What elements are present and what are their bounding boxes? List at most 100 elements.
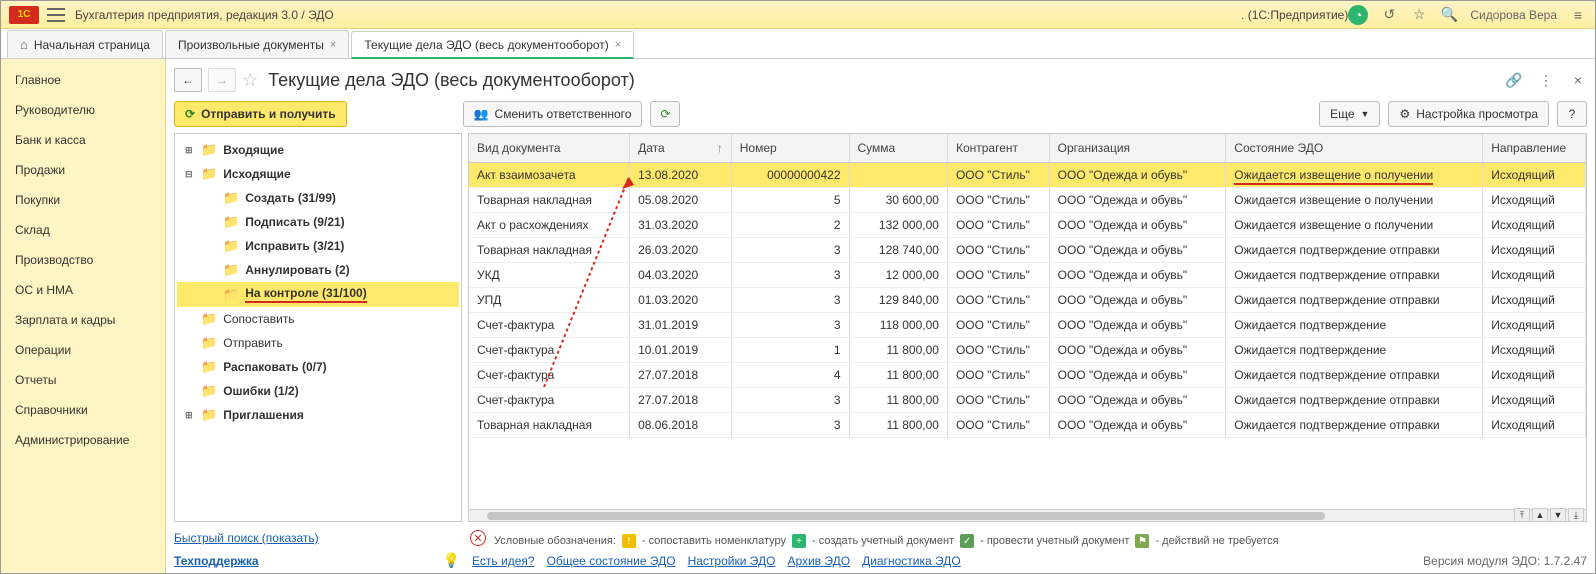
table-row[interactable]: Товарная накладная05.08.2020530 600,00ОО… (469, 187, 1586, 212)
column-header[interactable]: Дата ↑ (630, 134, 732, 162)
tree-unpack[interactable]: 📁Распаковать (0/7) (177, 355, 459, 379)
column-header[interactable]: Номер (731, 134, 849, 162)
tree-send[interactable]: 📁Отправить (177, 331, 459, 355)
edo-state-link[interactable]: Общее состояние ЭДО (547, 554, 676, 568)
more-icon[interactable]: ⋮ (1537, 71, 1555, 89)
logo-1c-icon: 1C (9, 6, 39, 24)
folder-icon: 📁 (201, 407, 217, 423)
column-header[interactable]: Вид документа (469, 134, 630, 162)
column-header[interactable]: Организация (1049, 134, 1226, 162)
change-responsible-button[interactable]: 👥Сменить ответственного (463, 101, 643, 127)
sidebar-item[interactable]: Зарплата и кадры (1, 305, 165, 335)
tree-cancel[interactable]: 📁Аннулировать (2) (177, 258, 459, 282)
star-icon[interactable]: ☆ (242, 70, 258, 91)
column-header[interactable]: Контрагент (947, 134, 1049, 162)
settings-icon[interactable]: ≡ (1569, 6, 1587, 24)
send-receive-button[interactable]: ⟳Отправить и получить (174, 101, 347, 127)
close-icon[interactable]: × (615, 39, 621, 51)
sidebar-item[interactable]: Склад (1, 215, 165, 245)
history-icon[interactable]: ↺ (1380, 6, 1398, 24)
edo-archive-link[interactable]: Архив ЭДО (787, 554, 850, 568)
nav-forward-button[interactable]: → (208, 68, 236, 92)
tree-errors[interactable]: 📁Ошибки (1/2) (177, 379, 459, 403)
version-label: Версия модуля ЭДО: 1.7.2.47 (1423, 554, 1587, 568)
product-name: . (1С:Предприятие) (1241, 8, 1348, 22)
folder-tree: ⊞📁Входящие ⊟📁Исходящие 📁Создать (31/99) … (174, 133, 462, 522)
document-grid: Вид документаДата ↑НомерСуммаКонтрагентО… (468, 133, 1587, 522)
table-row[interactable]: Счет-фактура27.07.2018411 800,00ООО "Сти… (469, 362, 1586, 387)
sidebar-item[interactable]: Продажи (1, 155, 165, 185)
collapse-icon[interactable]: ⊟ (185, 169, 195, 180)
favorite-icon[interactable]: ☆ (1410, 6, 1428, 24)
folder-icon: 📁 (223, 190, 239, 206)
folder-icon: 📁 (201, 383, 217, 399)
tab-home[interactable]: ⌂Начальная страница (7, 30, 163, 58)
edo-diag-link[interactable]: Диагностика ЭДО (862, 554, 961, 568)
quick-search-link[interactable]: Быстрый поиск (показать) (174, 531, 319, 545)
view-settings-button[interactable]: ⚙Настройка просмотра (1388, 101, 1549, 127)
folder-icon: 📁 (201, 311, 217, 327)
tree-sign[interactable]: 📁Подписать (9/21) (177, 210, 459, 234)
tree-create[interactable]: 📁Создать (31/99) (177, 186, 459, 210)
search-icon[interactable]: 🔍 (1440, 6, 1458, 24)
table-row[interactable]: Счет-фактура27.07.2018311 800,00ООО "Сти… (469, 387, 1586, 412)
support-link[interactable]: Техподдержка (174, 554, 259, 568)
tree-invites[interactable]: ⊞📁Приглашения (177, 403, 459, 427)
user-name[interactable]: Сидорова Вера (1470, 8, 1557, 22)
sidebar-item[interactable]: ОС и НМА (1, 275, 165, 305)
table-row[interactable]: Счет-фактура10.01.2019111 800,00ООО "Сти… (469, 337, 1586, 362)
tabbar: ⌂Начальная страница Произвольные докумен… (1, 29, 1595, 59)
table-row[interactable]: Акт взаимозачета13.08.202000000000422ООО… (469, 162, 1586, 187)
tree-inbox[interactable]: ⊞📁Входящие (177, 138, 459, 162)
more-button[interactable]: Еще▼ (1319, 101, 1380, 127)
row-nav-controls[interactable]: ⤒▲▼⤓ (1514, 508, 1584, 522)
nav-back-button[interactable]: ← (174, 68, 202, 92)
link-icon[interactable]: 🔗 (1505, 71, 1523, 89)
menu-icon[interactable] (47, 8, 65, 22)
legend-label: Условные обозначения: (494, 535, 616, 547)
sidebar-item[interactable]: Справочники (1, 395, 165, 425)
table-row[interactable]: Счет-фактура31.01.20193118 000,00ООО "Ст… (469, 312, 1586, 337)
table-row[interactable]: Акт о расхождениях31.03.20202132 000,00О… (469, 212, 1586, 237)
folder-icon: 📁 (223, 262, 239, 278)
sidebar-item[interactable]: Главное (1, 65, 165, 95)
idea-link[interactable]: Есть идея? (472, 554, 535, 568)
titlebar: 1C Бухгалтерия предприятия, редакция 3.0… (1, 1, 1595, 29)
tree-fix[interactable]: 📁Исправить (3/21) (177, 234, 459, 258)
app-title: Бухгалтерия предприятия, редакция 3.0 / … (75, 8, 334, 22)
table-row[interactable]: УКД04.03.2020312 000,00ООО "Стиль"ООО "О… (469, 262, 1586, 287)
sidebar-item[interactable]: Производство (1, 245, 165, 275)
table-row[interactable]: Товарная накладная08.06.2018311 800,00ОО… (469, 412, 1586, 437)
sidebar-item[interactable]: Операции (1, 335, 165, 365)
column-header[interactable]: Сумма (849, 134, 947, 162)
folder-icon: 📁 (201, 359, 217, 375)
table-row[interactable]: УПД01.03.20203129 840,00ООО "Стиль"ООО "… (469, 287, 1586, 312)
sidebar-item[interactable]: Банк и касса (1, 125, 165, 155)
close-icon[interactable]: × (1569, 71, 1587, 89)
sidebar-item[interactable]: Отчеты (1, 365, 165, 395)
edo-settings-link[interactable]: Настройки ЭДО (688, 554, 776, 568)
clear-icon[interactable]: ✕ (470, 530, 486, 546)
tab-arbitrary-docs[interactable]: Произвольные документы× (165, 30, 349, 58)
refresh-button[interactable]: ⟳ (650, 101, 680, 127)
expand-icon[interactable]: ⊞ (185, 145, 195, 156)
notifications-icon[interactable]: ◔ (1348, 5, 1368, 25)
tree-control[interactable]: 📁На контроле (31/100) (177, 282, 459, 307)
horizontal-scrollbar[interactable]: ⤒▲▼⤓ (469, 509, 1586, 521)
refresh-icon: ⟳ (185, 107, 195, 121)
tree-outbox[interactable]: ⊟📁Исходящие (177, 162, 459, 186)
sidebar-item[interactable]: Покупки (1, 185, 165, 215)
warning-icon: ! (622, 534, 636, 548)
expand-icon[interactable]: ⊞ (185, 410, 195, 421)
gear-icon: ⚙ (1399, 107, 1410, 121)
sidebar-item[interactable]: Руководителю (1, 95, 165, 125)
folder-icon: 📁 (201, 166, 217, 182)
column-header[interactable]: Направление (1483, 134, 1586, 162)
tab-edo-tasks[interactable]: Текущие дела ЭДО (весь документооборот)× (351, 31, 634, 59)
help-button[interactable]: ? (1557, 101, 1587, 127)
close-icon[interactable]: × (330, 39, 336, 51)
column-header[interactable]: Состояние ЭДО (1226, 134, 1483, 162)
table-row[interactable]: Товарная накладная26.03.20203128 740,00О… (469, 237, 1586, 262)
sidebar-item[interactable]: Администрирование (1, 425, 165, 455)
tree-match[interactable]: 📁Сопоставить (177, 307, 459, 331)
